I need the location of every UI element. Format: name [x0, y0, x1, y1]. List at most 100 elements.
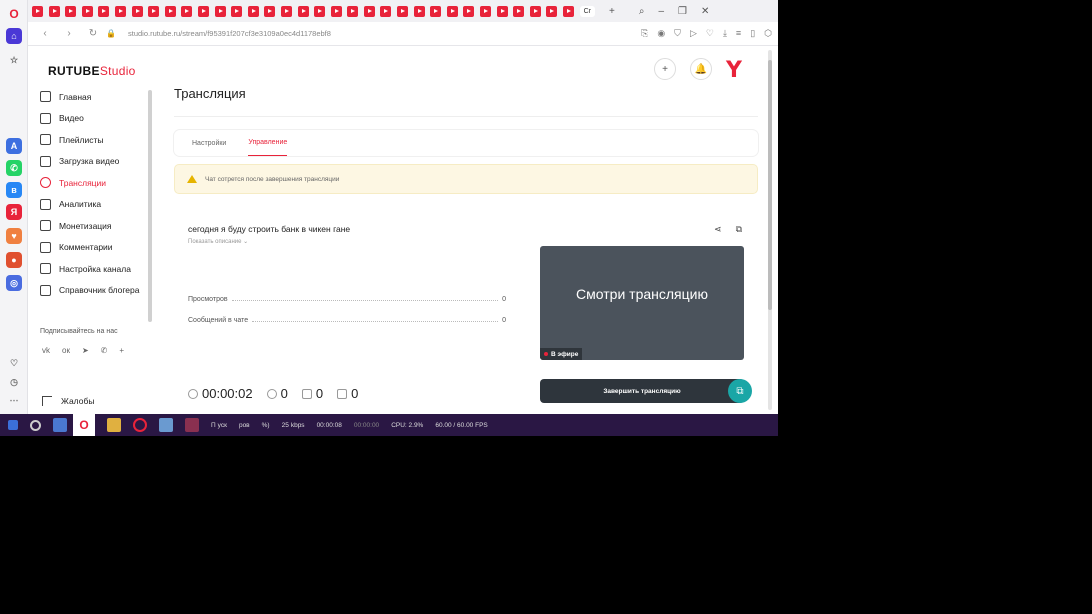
start-icon[interactable] — [8, 420, 18, 430]
wallet-icon[interactable]: ▯ — [750, 28, 755, 39]
browser-tab[interactable] — [513, 5, 525, 17]
browser-tab[interactable] — [164, 5, 176, 17]
browser-tab[interactable] — [214, 5, 226, 17]
vk-icon[interactable]: vk — [42, 346, 50, 355]
odnoklassniki-icon[interactable]: ок — [62, 346, 70, 355]
browser-tab[interactable] — [131, 5, 143, 17]
browser-tab[interactable] — [32, 5, 43, 17]
more-icon[interactable]: ⋯ — [6, 392, 22, 408]
browser-tab[interactable] — [380, 5, 392, 17]
viber-icon[interactable]: ✆ — [101, 346, 108, 355]
search-icon[interactable] — [30, 419, 41, 431]
history-icon[interactable]: ◷ — [6, 374, 22, 390]
photos-icon[interactable] — [159, 418, 173, 432]
maximize-icon[interactable]: ❐ — [678, 6, 687, 17]
rutube-studio-logo[interactable]: RUTUBEStudio — [48, 64, 136, 78]
browser-tab[interactable] — [446, 5, 458, 17]
browser-tab[interactable] — [314, 5, 326, 17]
browser-tab[interactable] — [48, 5, 60, 17]
sidebar-item-1[interactable]: Видео — [40, 108, 148, 130]
end-stream-button[interactable]: Завершить трансляцию — [540, 379, 744, 403]
sidebar-item-5[interactable]: Аналитика — [40, 194, 148, 216]
opera-taskbar-icon[interactable]: O — [73, 414, 95, 436]
browser-tab[interactable] — [496, 5, 508, 17]
browser-tab[interactable] — [280, 5, 292, 17]
share-icon[interactable]: ⋖ — [714, 224, 722, 235]
sidebar-item-8[interactable]: Настройка канала — [40, 258, 148, 280]
extensions-icon[interactable]: ⬡ — [764, 28, 772, 39]
snapshot-icon[interactable]: ⎘ — [641, 28, 648, 39]
browser-tab[interactable] — [65, 5, 77, 17]
opera-logo-icon[interactable]: O — [6, 6, 22, 22]
app-icon[interactable]: ● — [6, 252, 22, 268]
browser-tab[interactable] — [413, 5, 425, 17]
avatar[interactable]: Y — [726, 58, 742, 83]
search-tabs-icon[interactable]: ⌕ — [639, 6, 645, 17]
browser-tab[interactable] — [197, 5, 209, 17]
tab-management[interactable]: Управление — [248, 130, 288, 156]
sidebar-item-9[interactable]: Справочник блогера — [40, 280, 148, 302]
home-shortcut-icon[interactable]: ⌂ — [6, 28, 22, 44]
speed-dial-icon[interactable]: ☆ — [6, 52, 22, 68]
sidebar-item-7[interactable]: Комментарии — [40, 237, 148, 259]
browser-tab[interactable] — [98, 5, 110, 17]
heart-app-icon[interactable]: ♥ — [6, 228, 22, 244]
telegram-icon[interactable]: ➤ — [82, 346, 89, 355]
vk-icon[interactable]: в — [6, 182, 22, 198]
minimize-icon[interactable]: – — [658, 6, 664, 17]
browser-tab[interactable] — [181, 5, 193, 17]
browser-tab[interactable] — [114, 5, 126, 17]
app-icon[interactable] — [185, 418, 199, 432]
heart-icon[interactable]: ♡ — [706, 28, 714, 39]
browser-tab[interactable] — [347, 5, 359, 17]
browser-tab[interactable] — [363, 5, 375, 17]
play-icon[interactable]: ▷ — [690, 28, 697, 39]
camera-icon[interactable]: ◉ — [657, 28, 665, 39]
browser-tab[interactable] — [563, 5, 574, 17]
explorer-icon[interactable] — [107, 418, 121, 432]
tab-settings[interactable]: Настройки — [192, 130, 226, 156]
browser-tab[interactable] — [148, 5, 160, 17]
url-field[interactable]: studio.rutube.ru/stream/f95391f207cf3e31… — [128, 29, 331, 38]
stream-preview-player[interactable]: Смотри трансляцию В эфире — [540, 246, 744, 360]
menu-icon[interactable]: ≡ — [736, 28, 741, 39]
sidebar-item-complaints[interactable]: Жалобы — [42, 396, 94, 406]
store-icon[interactable] — [53, 418, 67, 432]
forward-icon[interactable]: › — [62, 28, 76, 39]
more-socials-icon[interactable]: + — [119, 346, 124, 355]
sidebar-item-6[interactable]: Монетизация — [40, 215, 148, 237]
show-description-link[interactable]: Показать описание ⌄ — [188, 238, 248, 245]
browser-tab[interactable] — [529, 5, 541, 17]
browser-tab[interactable] — [231, 5, 243, 17]
download-icon[interactable]: ⤓ — [723, 28, 727, 39]
sidebar-scrollbar[interactable] — [148, 90, 152, 322]
sidebar-item-2[interactable]: Плейлисты — [40, 129, 148, 151]
sidebar-item-0[interactable]: Главная — [40, 86, 148, 108]
new-tab-icon[interactable]: + — [609, 6, 615, 17]
page-scrollbar[interactable] — [768, 50, 772, 410]
active-tab[interactable]: Cr — [579, 5, 595, 17]
app-store-icon[interactable]: A — [6, 138, 22, 154]
browser-tab[interactable] — [480, 5, 492, 17]
reload-icon[interactable]: ↻ — [86, 28, 100, 39]
browser-tab[interactable] — [463, 5, 475, 17]
browser-tab[interactable] — [81, 5, 93, 17]
add-content-button[interactable]: + — [654, 58, 676, 80]
browser-tab[interactable] — [397, 5, 409, 17]
back-icon[interactable]: ‹ — [38, 28, 52, 39]
sidebar-item-4[interactable]: Трансляции — [40, 172, 148, 194]
close-icon[interactable]: ✕ — [701, 6, 709, 17]
opera-gx-icon[interactable] — [133, 418, 147, 432]
notifications-button[interactable]: 🔔 — [690, 58, 712, 80]
browser-tab[interactable] — [546, 5, 558, 17]
messenger-icon[interactable]: ◎ — [6, 275, 22, 291]
sidebar-item-3[interactable]: Загрузка видео — [40, 151, 148, 173]
favorites-icon[interactable]: ♡ — [6, 355, 22, 371]
browser-tab[interactable] — [264, 5, 276, 17]
yandex-icon[interactable]: Я — [6, 204, 22, 220]
browser-tab[interactable] — [430, 5, 442, 17]
chat-button[interactable]: ⧉ — [728, 379, 752, 403]
whatsapp-icon[interactable]: ✆ — [6, 160, 22, 176]
browser-tab[interactable] — [330, 5, 342, 17]
external-link-icon[interactable]: ⧉ — [736, 224, 742, 235]
